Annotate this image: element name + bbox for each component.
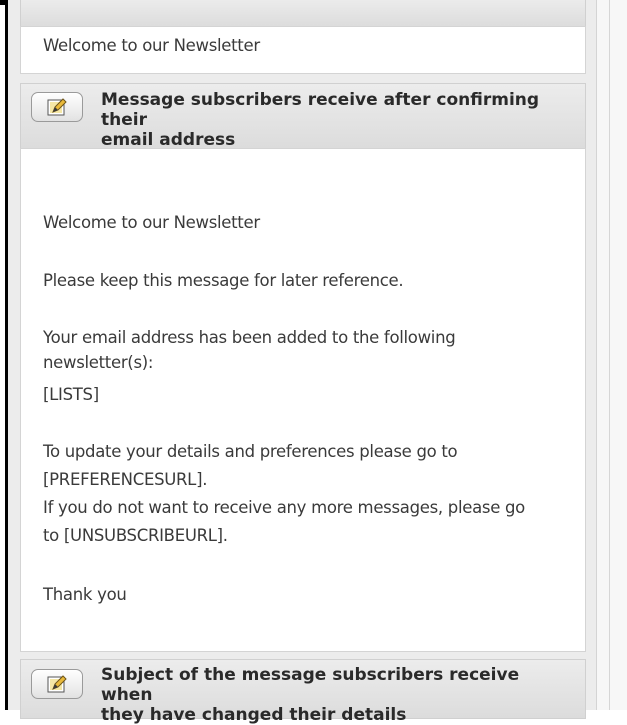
content-line: [LISTS] — [43, 385, 99, 404]
content-line: Please keep this message for later refer… — [43, 271, 404, 290]
content-line: newsletter(s): — [43, 353, 154, 372]
section-title-line: email address — [101, 130, 236, 150]
content-line: Welcome to our Newsletter — [43, 36, 260, 55]
section-header-confirm-message: Message subscribers receive after confir… — [20, 83, 586, 150]
content-line: Welcome to our Newsletter — [43, 213, 260, 232]
edit-icon — [47, 98, 67, 116]
section-title: Subject of the message subscribers recei… — [101, 665, 575, 725]
section-header-changed-details: Subject of the message subscribers recei… — [20, 659, 586, 725]
content-line: Thank you — [43, 585, 127, 604]
content-line: to [UNSUBSCRIBEURL]. — [43, 526, 228, 545]
content-line: If you do not want to receive any more m… — [43, 498, 525, 517]
confirm-message-content: Welcome to our Newsletter Please keep th… — [20, 148, 586, 652]
subscribe-message-content: Welcome to our Newsletter — [20, 26, 586, 74]
right-sidebar-divider — [609, 0, 610, 710]
section-title-line: Subject of the message subscribers recei… — [101, 665, 520, 705]
section-title-line: they have changed their details — [101, 705, 407, 725]
edit-icon — [47, 675, 67, 693]
window-left-border — [5, 0, 8, 710]
section-header-cut-off — [20, 0, 586, 28]
content-line: Your email address has been added to the… — [43, 328, 456, 347]
content-line: To update your details and preferences p… — [43, 442, 458, 461]
section-title: Message subscribers receive after confir… — [101, 90, 575, 150]
section-title-line: Message subscribers receive after confir… — [101, 90, 540, 130]
edit-confirm-message-button[interactable] — [31, 92, 83, 122]
content-line: [PREFERENCESURL]. — [43, 470, 208, 489]
edit-changed-details-subject-button[interactable] — [31, 669, 83, 699]
right-sidebar — [597, 0, 627, 710]
